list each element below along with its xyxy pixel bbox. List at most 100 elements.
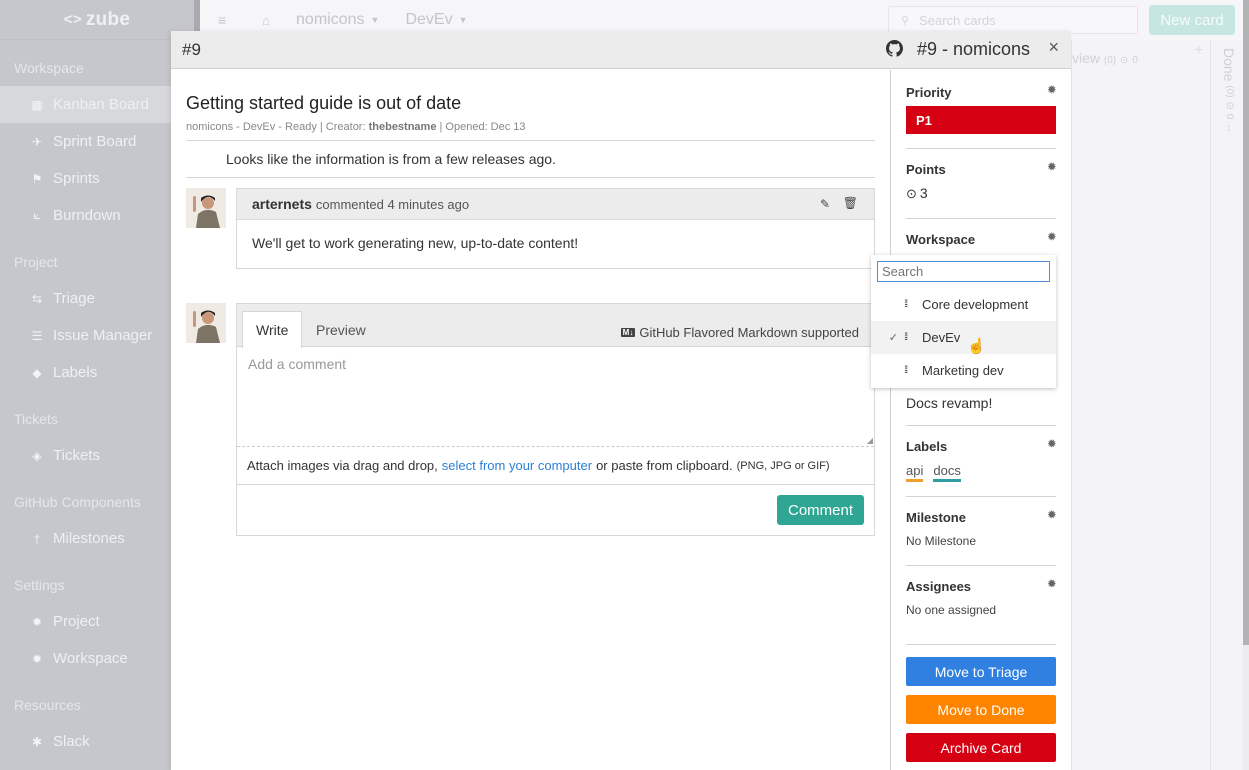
- editor-tabs: Write Preview M↓ GitHub Flavored Markdown…: [237, 304, 874, 348]
- priority-section: Priority ✹ P1: [906, 85, 1056, 134]
- logo[interactable]: <> zube: [0, 0, 194, 40]
- workspace-search-input[interactable]: [877, 261, 1050, 282]
- tab-write[interactable]: Write: [242, 311, 303, 348]
- close-icon[interactable]: ×: [1048, 37, 1059, 58]
- sidebar-item-kanban-board[interactable]: ▦ Kanban Board: [0, 86, 194, 123]
- move-to-done-button[interactable]: Move to Done: [906, 695, 1056, 724]
- comment-header: arternets commented 4 minutes ago ✎ 🗑: [237, 189, 874, 220]
- edit-icon[interactable]: ✎: [820, 197, 830, 211]
- divider: [906, 425, 1056, 426]
- card-title[interactable]: Getting started guide is out of date: [186, 93, 875, 114]
- hand-cursor-icon: ☝: [967, 338, 986, 355]
- sidebar-item-milestones[interactable]: † Milestones: [0, 520, 194, 557]
- points-value[interactable]: ⊙ 3: [906, 185, 1056, 202]
- divider: [906, 148, 1056, 149]
- new-card-button[interactable]: New card: [1149, 5, 1235, 35]
- points-icon: ⊙: [906, 186, 917, 201]
- menu-icon[interactable]: ≡: [218, 12, 226, 28]
- labels-section: Labels ✹ api docs: [906, 439, 1056, 482]
- chart-icon: ⟀: [33, 208, 41, 222]
- sidebar-item-project-settings[interactable]: ✹ Project: [0, 603, 194, 640]
- comment-timestamp: commented 4 minutes ago: [315, 196, 470, 212]
- comment-textarea[interactable]: Add a comment ◢: [237, 347, 874, 447]
- board-column-done: Done (0) ⊙ 0 ↔: [1210, 40, 1243, 770]
- comment-button[interactable]: Comment: [777, 495, 864, 525]
- sidebar-section-settings: Settings: [14, 577, 65, 593]
- avatar: [186, 303, 226, 343]
- trash-icon[interactable]: 🗑: [843, 196, 858, 210]
- workspace-option-core-development[interactable]: ⁞⁞⁞ Core development: [871, 288, 1056, 321]
- sidebar-section-github-components: GitHub Components: [14, 494, 141, 510]
- sidebar-item-sprints[interactable]: ⚑ Sprints: [0, 160, 194, 197]
- sidebar-item-triage[interactable]: ⇆ Triage: [0, 280, 194, 317]
- search-icon: ⚲: [901, 14, 910, 27]
- sidebar-item-burndown[interactable]: ⟀ Burndown: [0, 197, 194, 234]
- gear-icon: ✹: [31, 614, 43, 629]
- attach-images: Attach images via drag and drop, select …: [237, 447, 874, 485]
- avatar-image: [186, 303, 226, 343]
- tab-preview[interactable]: Preview: [303, 311, 379, 348]
- github-issue-link[interactable]: #9 - nomicons: [917, 39, 1030, 60]
- avatar: [186, 188, 226, 228]
- workspace-grid-icon: ⁞⁞⁞: [904, 332, 908, 343]
- add-card-icon[interactable]: +: [1194, 42, 1203, 60]
- github-icon: [886, 40, 903, 57]
- ticket-icon: ◈: [32, 448, 42, 463]
- sidebar-item-tickets[interactable]: ◈ Tickets: [0, 437, 194, 474]
- home-icon[interactable]: ⌂: [262, 13, 270, 28]
- card-meta: nomicons - DevEv - Ready | Creator: theb…: [186, 121, 875, 141]
- editor-actions: Comment: [237, 485, 874, 535]
- sidebar-item-labels[interactable]: ◆ Labels: [0, 354, 194, 391]
- workspace-option-marketing-dev[interactable]: ⁞⁞⁞ Marketing dev: [871, 354, 1056, 387]
- expand-icon[interactable]: ↔: [1224, 123, 1235, 133]
- workspace-option-devev[interactable]: ✓ ⁞⁞⁞ DevEv: [871, 321, 1056, 354]
- column-title: Done (0) ⊙ 0 ↔: [1221, 48, 1237, 134]
- points-icon: ⊙: [1120, 55, 1129, 66]
- move-to-triage-button[interactable]: Move to Triage: [906, 657, 1056, 686]
- gear-icon: ✹: [31, 651, 43, 666]
- search-cards-input[interactable]: ⚲ Search cards: [888, 6, 1138, 34]
- sidebar-item-issue-manager[interactable]: ☰ Issue Manager: [0, 317, 194, 354]
- card-description[interactable]: Looks like the information is from a few…: [186, 141, 875, 178]
- comment-box: arternets commented 4 minutes ago ✎ 🗑 We…: [236, 188, 875, 269]
- scrollbar-thumb[interactable]: [1243, 0, 1249, 645]
- sidebar-item-slack[interactable]: ✱ Slack: [0, 723, 194, 760]
- sidebar: <> zube Workspace ▦ Kanban Board ✈ Sprint …: [0, 0, 194, 770]
- comment-author[interactable]: arternets: [252, 196, 312, 212]
- resize-handle-icon[interactable]: ◢: [867, 436, 873, 445]
- card-number: #9: [182, 39, 201, 59]
- divider: [906, 218, 1056, 219]
- priority-badge[interactable]: P1: [906, 106, 1056, 134]
- caret-down-icon: ▼: [370, 14, 380, 25]
- triage-icon: ⇆: [31, 291, 43, 306]
- sidebar-section-tickets: Tickets: [14, 411, 58, 427]
- milestone-section: Milestone ✹ No Milestone: [906, 510, 1056, 548]
- list-icon: ☰: [31, 328, 43, 343]
- points-icon: ⊙: [1224, 101, 1235, 110]
- label-api[interactable]: api: [906, 463, 924, 482]
- breadcrumb-workspace[interactable]: DevEv ▼: [405, 11, 467, 29]
- markdown-note[interactable]: M↓ GitHub Flavored Markdown supported: [620, 325, 859, 340]
- archive-card-button[interactable]: Archive Card: [906, 733, 1056, 762]
- gear-icon[interactable]: ✹: [1048, 85, 1056, 96]
- gear-icon[interactable]: ✹: [1048, 232, 1056, 243]
- comment-body: We'll get to work generating new, up-to-…: [252, 235, 579, 251]
- slack-icon: ✱: [31, 734, 43, 749]
- epic-section: Docs revamp!: [906, 395, 1056, 411]
- gear-icon[interactable]: ✹: [1048, 579, 1056, 590]
- epic-value[interactable]: Docs revamp!: [906, 395, 1056, 411]
- card-sidebar: Priority ✹ P1 Points ✹ ⊙ 3 Workspace ✹ Docs …: [890, 70, 1071, 770]
- gear-icon[interactable]: ✹: [1048, 162, 1056, 173]
- assignees-value: No one assigned: [906, 603, 997, 617]
- divider: [906, 496, 1056, 497]
- points-section: Points ✹ ⊙ 3: [906, 162, 1056, 202]
- sidebar-item-sprint-board[interactable]: ✈ Sprint Board: [0, 123, 194, 160]
- sidebar-section-project: Project: [14, 254, 58, 270]
- breadcrumb-project[interactable]: nomicons ▼: [296, 11, 379, 29]
- gear-icon[interactable]: ✹: [1048, 510, 1056, 521]
- label-docs[interactable]: docs: [933, 463, 961, 482]
- gear-icon[interactable]: ✹: [1048, 439, 1056, 450]
- select-file-link[interactable]: select from your computer: [442, 458, 592, 473]
- sidebar-item-workspace-settings[interactable]: ✹ Workspace: [0, 640, 194, 677]
- scrollbar-track[interactable]: [1243, 645, 1249, 770]
